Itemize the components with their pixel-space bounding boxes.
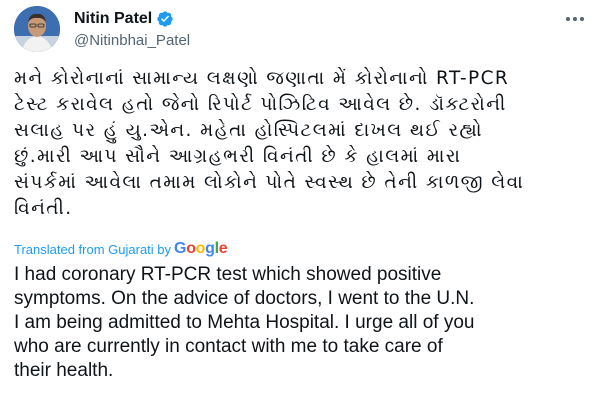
google-logo-letter: o (195, 240, 206, 257)
google-logo-letter: g (205, 240, 215, 257)
more-options-button[interactable] (561, 8, 589, 30)
google-logo: Google (174, 240, 228, 258)
avatar-image (14, 6, 60, 52)
tweet-card: Nitin Patel @Nitinbhai_Patel મને કોરોનાન… (0, 0, 613, 409)
avatar[interactable] (14, 6, 60, 52)
tweet-translated-text: I had coronary RT-PCR test which showed … (14, 264, 475, 381)
handle[interactable]: @Nitinbhai_Patel (74, 32, 190, 49)
google-logo-letter: e (218, 240, 228, 257)
translation-attribution: Translated from Gujarati by Google (14, 240, 228, 258)
translated-from-label[interactable]: Translated from Gujarati by (14, 242, 171, 257)
author-names: Nitin Patel @Nitinbhai_Patel (74, 8, 190, 49)
google-logo-letter: G (174, 240, 187, 257)
verified-badge-icon (156, 10, 174, 28)
tweet-original-text: મને કોરોનાનાં સામાન્ય લક્ષણો જણાતા મેં ક… (14, 68, 525, 219)
display-name-row: Nitin Patel (74, 8, 190, 30)
display-name[interactable]: Nitin Patel (74, 10, 152, 28)
google-logo-letter: o (186, 240, 196, 257)
more-options-icon (566, 17, 584, 21)
tweet-header: Nitin Patel @Nitinbhai_Patel (14, 6, 599, 52)
